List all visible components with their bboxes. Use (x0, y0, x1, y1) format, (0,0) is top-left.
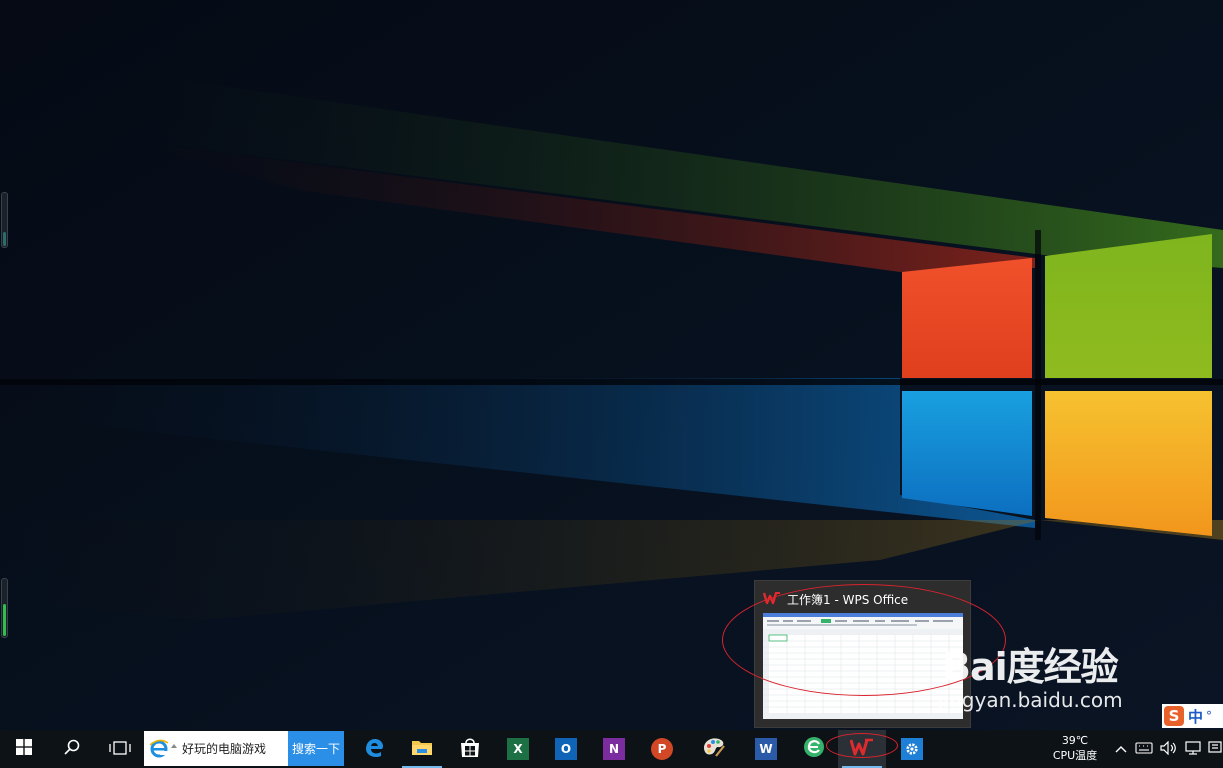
sogou-ime-status[interactable]: S 中 ° (1162, 704, 1223, 728)
task-view-button[interactable] (96, 730, 144, 768)
task-view-icon (109, 740, 131, 759)
taskbar-app-powerpoint[interactable]: P (638, 730, 686, 768)
taskbar-app-onenote[interactable]: N (590, 730, 638, 768)
browser-icon (803, 736, 825, 762)
taskbar-app-excel[interactable]: X (494, 730, 542, 768)
taskbar-app-word[interactable]: W (742, 730, 790, 768)
cpu-temperature-value: 39℃ (1061, 734, 1089, 747)
web-search-box[interactable]: 好玩的电脑游戏 搜索一下 (144, 731, 344, 766)
taskbar-app-settings[interactable] (888, 730, 936, 768)
excel-icon: X (507, 738, 529, 760)
tray-notification-button[interactable] (1206, 730, 1223, 768)
ime-punct: ° (1206, 709, 1213, 723)
search-query[interactable]: 好玩的电脑游戏 (182, 740, 266, 757)
edge-icon (363, 736, 385, 762)
taskbar-app-file-explorer[interactable] (398, 730, 446, 768)
sogou-icon: S (1164, 706, 1184, 726)
dropdown-arrow-icon[interactable] (171, 744, 177, 748)
tray-volume-button[interactable] (1158, 730, 1180, 768)
network-icon (1184, 740, 1202, 758)
tray-overflow-button[interactable] (1112, 730, 1130, 768)
search-button[interactable] (48, 730, 96, 768)
outlook-icon: O (555, 738, 577, 760)
powerpoint-icon: P (651, 738, 673, 760)
tray-network-button[interactable] (1182, 730, 1204, 768)
chevron-up-icon (1115, 742, 1127, 756)
folder-icon (411, 738, 433, 760)
wps-icon (762, 590, 781, 609)
taskbar-app-wps[interactable] (838, 730, 886, 768)
network-meter-gadget (1, 192, 8, 248)
spreadsheet-thumbnail[interactable] (763, 613, 963, 719)
ie-icon (149, 739, 169, 763)
tray-ime-button[interactable] (1132, 730, 1156, 768)
taskbar-app-store[interactable] (446, 730, 494, 768)
search-icon (64, 739, 80, 759)
taskbar-app-edge[interactable] (350, 730, 398, 768)
notification-icon (1207, 740, 1222, 758)
search-submit-button[interactable]: 搜索一下 (288, 731, 344, 766)
volume-icon (1160, 740, 1178, 758)
ime-mode: 中 (1188, 707, 1204, 726)
desktop-wallpaper (0, 0, 1223, 730)
taskbar-app-paint[interactable] (690, 730, 738, 768)
paint-icon (702, 736, 726, 762)
preview-title: 工作簿1 - WPS Office (787, 592, 909, 607)
settings-icon (901, 738, 923, 760)
word-icon: W (755, 738, 777, 760)
start-button[interactable] (0, 730, 48, 768)
taskbar-app-outlook[interactable]: O (542, 730, 590, 768)
cpu-temperature-label: CPU温度 (1052, 749, 1098, 762)
taskbar: 好玩的电脑游戏 搜索一下 X O N P W 39℃ CPU温度 (0, 730, 1223, 768)
memory-meter-gadget (1, 578, 8, 638)
store-icon (459, 736, 481, 762)
keyboard-icon (1135, 741, 1153, 758)
taskbar-thumbnail-preview[interactable]: 工作簿1 - WPS Office (754, 580, 971, 728)
cpu-temperature-widget[interactable]: 39℃ CPU温度 (1040, 730, 1110, 768)
onenote-icon: N (603, 738, 625, 760)
wps-icon (849, 738, 874, 760)
windows-logo-icon (16, 739, 32, 759)
taskbar-app-360-browser[interactable] (790, 730, 838, 768)
